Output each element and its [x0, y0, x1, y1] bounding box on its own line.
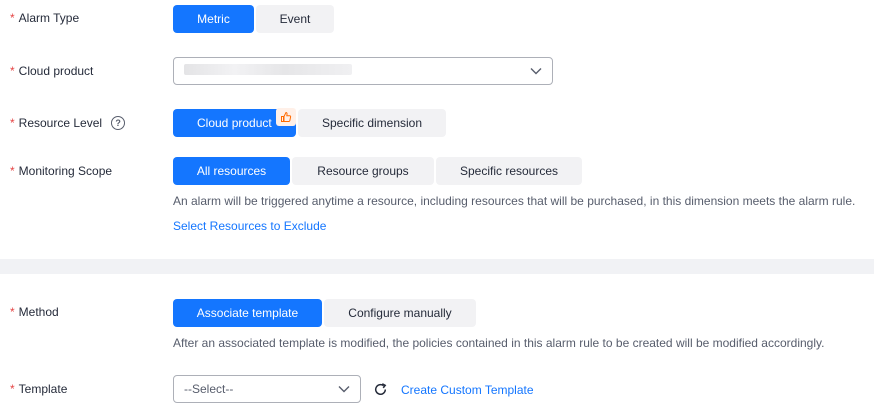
alarm-type-metric-button[interactable]: Metric — [173, 5, 254, 33]
required-mark: * — [10, 11, 15, 25]
monitoring-scope-hint: An alarm will be triggered anytime a res… — [173, 194, 856, 208]
method-hint: After an associated template is modified… — [173, 336, 825, 350]
alarm-type-label: * Alarm Type — [10, 11, 80, 25]
method-label: * Method — [10, 305, 59, 319]
monitoring-scope-all-resources-button[interactable]: All resources — [173, 157, 290, 185]
cloud-product-value — [184, 64, 530, 78]
alarm-type-event-button[interactable]: Event — [256, 5, 334, 33]
resource-level-label: * Resource Level ? — [10, 109, 126, 137]
template-select[interactable]: --Select-- — [173, 375, 361, 403]
thumbs-up-icon — [281, 111, 292, 122]
template-label: * Template — [10, 382, 68, 396]
resource-level-segmented: Cloud product Specific dimension — [173, 109, 446, 137]
create-custom-template-link[interactable]: Create Custom Template — [401, 383, 534, 397]
redacted-value — [184, 64, 352, 75]
chevron-down-icon — [338, 386, 350, 393]
required-mark: * — [10, 64, 15, 78]
alarm-type-segmented: Metric Event — [173, 5, 334, 33]
chevron-down-icon — [530, 68, 542, 75]
template-select-placeholder: --Select-- — [184, 382, 234, 396]
section-divider — [0, 259, 874, 274]
cloud-product-select[interactable] — [173, 57, 553, 85]
required-mark: * — [10, 382, 15, 396]
select-resources-to-exclude-link[interactable]: Select Resources to Exclude — [173, 219, 326, 233]
required-mark: * — [10, 305, 15, 319]
cloud-product-label: * Cloud product — [10, 64, 94, 78]
required-mark: * — [10, 116, 15, 130]
method-segmented: Associate template Configure manually — [173, 299, 476, 327]
monitoring-scope-specific-resources-button[interactable]: Specific resources — [436, 157, 582, 185]
recommended-badge — [276, 108, 296, 126]
help-icon[interactable]: ? — [111, 116, 126, 130]
monitoring-scope-resource-groups-button[interactable]: Resource groups — [292, 157, 434, 185]
required-mark: * — [10, 164, 15, 178]
refresh-icon[interactable] — [373, 382, 388, 397]
monitoring-scope-label: * Monitoring Scope — [10, 164, 113, 178]
method-associate-template-button[interactable]: Associate template — [173, 299, 322, 327]
monitoring-scope-segmented: All resources Resource groups Specific r… — [173, 157, 582, 185]
method-configure-manually-button[interactable]: Configure manually — [324, 299, 476, 327]
resource-level-specific-dimension-button[interactable]: Specific dimension — [298, 109, 446, 137]
